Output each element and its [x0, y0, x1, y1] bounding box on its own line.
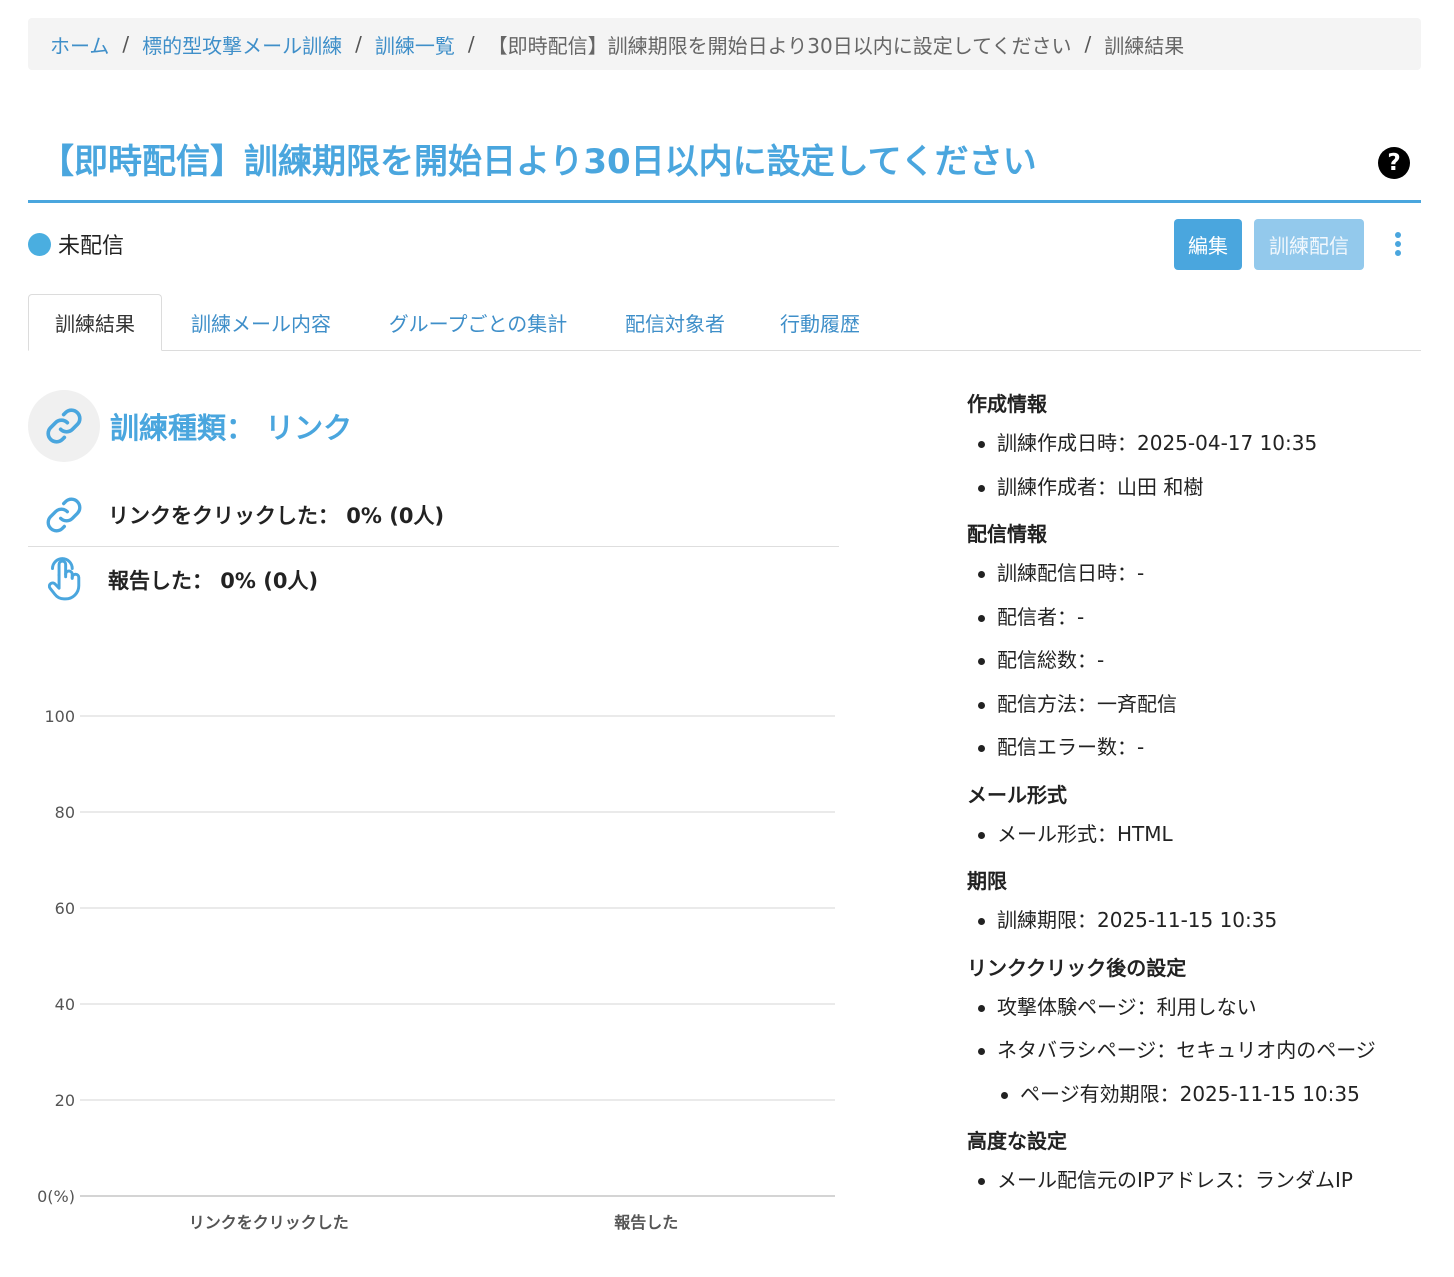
info-list: 訓練作成日時：2025-04-17 10:35 訓練作成者：山田 和樹: [967, 422, 1427, 509]
kebab-dot: [1395, 232, 1401, 238]
tab-recipients[interactable]: 配信対象者: [608, 294, 742, 351]
kebab-dot: [1395, 241, 1401, 247]
info-list: メール配信元のIPアドレス：ランダムIP: [967, 1159, 1427, 1203]
info-list: 訓練期限：2025-11-15 10:35: [967, 899, 1427, 943]
y-tick-label: 80: [55, 803, 75, 822]
info-item: 配信者：-: [967, 596, 1427, 640]
delivery-status: 未配信: [28, 228, 124, 260]
help-icon[interactable]: ?: [1378, 147, 1410, 179]
info-section-heading: 配信情報: [967, 522, 1047, 546]
y-tick-label: 60: [55, 899, 75, 918]
breadcrumb-separator: /: [1084, 32, 1092, 56]
training-type-heading: 訓練種類： リンク: [110, 411, 353, 445]
info-item: 訓練期限：2025-11-15 10:35: [967, 899, 1427, 943]
link-icon: [46, 497, 82, 533]
info-item: メール形式：HTML: [967, 813, 1427, 857]
info-section-heading: メール形式: [967, 782, 1067, 807]
stat-row-clicked: リンクをクリックした： 0% (0人): [28, 492, 839, 538]
training-type-badge: [28, 390, 100, 462]
stat-row-reported: 報告した： 0% (0人): [28, 556, 839, 604]
info-item: 訓練作成者：山田 和樹: [967, 466, 1427, 510]
title-divider: [28, 200, 1421, 203]
breadcrumb: ホーム / 標的型攻撃メール訓練 / 訓練一覧 / 【即時配信】訓練期限を開始日…: [28, 18, 1421, 70]
info-section: 期限訓練期限：2025-11-15 10:35: [967, 863, 1427, 943]
x-category-label: 報告した: [614, 1213, 678, 1232]
results-bar-chart: 0(%) 20 40 60 80 100 リンクをクリックした 報告した: [37, 707, 835, 1232]
info-section-heading: リンククリック後の設定: [967, 955, 1187, 980]
info-item: ページ有効期限：2025-11-15 10:35: [967, 1073, 1427, 1117]
breadcrumb-training-name: 【即時配信】訓練期限を開始日より30日以内に設定してください: [487, 33, 1072, 58]
info-item: 配信方法：一斉配信: [967, 683, 1427, 727]
tab-group-summary[interactable]: グループごとの集計: [370, 294, 586, 351]
y-tick-label: 20: [55, 1091, 75, 1110]
stat-divider: [28, 546, 839, 547]
info-panel: 作成情報 訓練作成日時：2025-04-17 10:35 訓練作成者：山田 和樹 配信…: [967, 386, 1427, 1210]
send-training-button[interactable]: 訓練配信: [1254, 219, 1364, 270]
info-item: 攻撃体験ページ：利用しない: [967, 986, 1427, 1030]
status-label: 未配信: [58, 234, 125, 259]
info-section: 作成情報訓練作成日時：2025-04-17 10:35 訓練作成者：山田 和樹: [967, 386, 1427, 509]
info-item: 配信総数：-: [967, 639, 1427, 683]
status-dot-icon: [28, 232, 51, 256]
tab-action-history[interactable]: 行動履歴: [764, 294, 876, 351]
edit-button[interactable]: 編集: [1174, 219, 1242, 270]
info-section-heading: 作成情報: [967, 392, 1047, 416]
page-title: 【即時配信】訓練期限を開始日より30日以内に設定してください: [40, 142, 1037, 182]
info-section: 配信情報訓練配信日時：- 配信者：- 配信総数：- 配信方法：一斉配信 配信エラー数：-: [967, 516, 1427, 770]
breadcrumb-training-list[interactable]: 訓練一覧: [375, 30, 455, 59]
info-list: 訓練配信日時：- 配信者：- 配信総数：- 配信方法：一斉配信 配信エラー数：-: [967, 552, 1427, 770]
hand-tap-icon: [47, 557, 81, 601]
y-tick-label: 0(%): [37, 1187, 75, 1206]
tab-training-results[interactable]: 訓練結果: [28, 294, 162, 351]
more-options-icon[interactable]: [1388, 229, 1408, 259]
breadcrumb-current: 訓練結果: [1104, 33, 1185, 58]
y-tick-label: 100: [44, 707, 75, 726]
stat-clicked-label: リンクをクリックした： 0% (0人): [108, 504, 445, 528]
x-category-label: リンクをクリックした: [189, 1213, 349, 1232]
info-section-heading: 期限: [967, 869, 1007, 893]
breadcrumb-separator: /: [355, 32, 362, 56]
info-section: メール形式メール形式：HTML: [967, 777, 1427, 857]
breadcrumb-training-type[interactable]: 標的型攻撃メール訓練: [142, 30, 342, 59]
info-list: 攻撃体験ページ：利用しない ネタバラシページ：セキュリオ内のページ ページ有効期限：…: [967, 986, 1427, 1117]
info-section-heading: 高度な設定: [967, 1129, 1067, 1153]
tab-mail-content[interactable]: 訓練メール内容: [170, 294, 352, 351]
kebab-dot: [1395, 250, 1401, 256]
y-tick-label: 40: [55, 995, 75, 1014]
info-section: 高度な設定メール配信元のIPアドレス：ランダムIP: [967, 1123, 1427, 1203]
breadcrumb-separator: /: [122, 32, 130, 56]
link-icon: [46, 408, 82, 444]
info-item: ネタバラシページ：セキュリオ内のページ: [967, 1029, 1427, 1073]
info-item: 訓練配信日時：-: [967, 552, 1427, 596]
info-section: リンククリック後の設定攻撃体験ページ：利用しない ネタバラシページ：セキュリオ内の…: [967, 950, 1427, 1117]
breadcrumb-separator: /: [467, 32, 475, 56]
info-list: メール形式：HTML: [967, 813, 1427, 857]
stat-reported-label: 報告した： 0% (0人): [108, 569, 319, 593]
info-item: メール配信元のIPアドレス：ランダムIP: [967, 1159, 1427, 1203]
info-item: 配信エラー数：-: [967, 726, 1427, 770]
info-item: 訓練作成日時：2025-04-17 10:35: [967, 422, 1427, 466]
breadcrumb-home[interactable]: ホーム: [50, 30, 109, 59]
